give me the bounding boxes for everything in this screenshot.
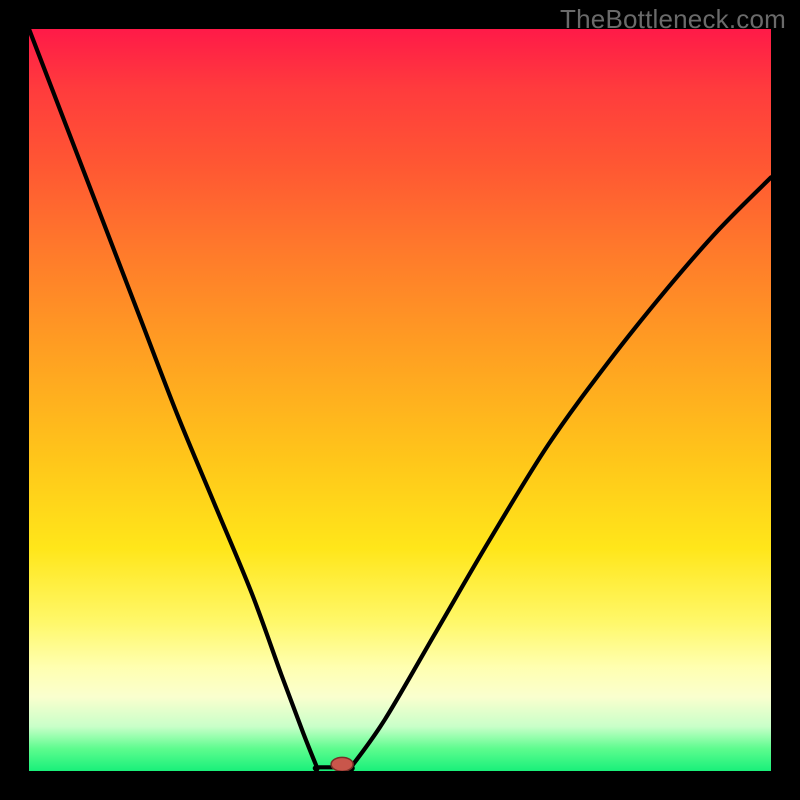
- optimal-point-marker: [331, 757, 353, 771]
- watermark-text: TheBottleneck.com: [560, 4, 786, 35]
- chart-svg: [29, 29, 771, 771]
- plot-area: [29, 29, 771, 771]
- bottleneck-curve: [29, 29, 771, 771]
- chart-frame: TheBottleneck.com: [0, 0, 800, 800]
